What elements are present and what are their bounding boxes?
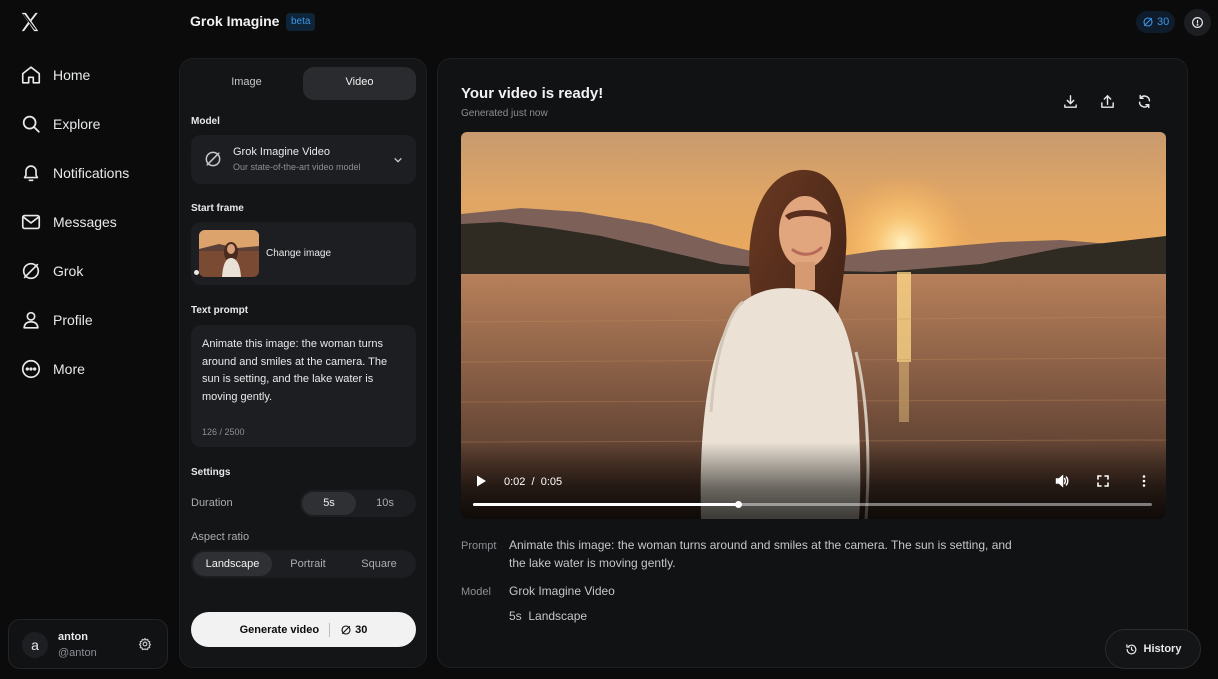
video-time: 0:02 / 0:05: [504, 476, 562, 488]
divider: [329, 622, 331, 637]
result-panel: Your video is ready! Generated just now: [437, 58, 1201, 669]
nav-item-more[interactable]: More: [8, 349, 97, 389]
nav-item-label: Home: [53, 67, 91, 83]
credits-icon: [1143, 17, 1153, 27]
share-button[interactable]: [1096, 90, 1118, 112]
generate-label: Generate video: [239, 623, 320, 636]
person-icon: [23, 311, 39, 329]
nav-item-home[interactable]: Home: [8, 55, 102, 95]
account-name: anton: [58, 631, 88, 643]
download-button[interactable]: [1059, 90, 1081, 112]
nav-item-label: Explore: [53, 116, 101, 132]
video-player[interactable]: 0:02 / 0:05: [461, 132, 1166, 519]
result-title: Your video is ready!: [461, 85, 604, 102]
nav-item-explore[interactable]: Explore: [8, 104, 112, 144]
regenerate-icon: [1138, 94, 1150, 108]
prompt-textarea[interactable]: Animate this image: the woman turns arou…: [191, 325, 416, 447]
credits-badge[interactable]: 30: [1136, 11, 1176, 33]
prompt-meta-value: Animate this image: the woman turns arou…: [509, 538, 1012, 570]
history-icon: [1125, 643, 1136, 654]
gear-icon[interactable]: [138, 637, 152, 651]
nav-item-label: More: [53, 361, 85, 377]
credits-count: 30: [1157, 16, 1170, 28]
account-handle: @anton: [58, 647, 97, 659]
tab-video[interactable]: Video: [303, 67, 416, 100]
start-frame-picker[interactable]: Change image: [191, 222, 416, 285]
account-switcher[interactable]: a anton @anton: [8, 619, 168, 669]
total-duration: 0:05: [540, 476, 563, 488]
info-icon: [1192, 17, 1203, 28]
generate-video-button[interactable]: Generate video 30: [191, 612, 416, 647]
char-counter: 126 / 2500: [202, 427, 245, 437]
prompt-meta-key: Prompt: [461, 540, 497, 552]
model-selector[interactable]: Grok Imagine Video Our state-of-the-art …: [191, 135, 416, 184]
avatar: a: [22, 632, 48, 658]
thumbnail-image: [199, 230, 259, 277]
share-icon: [1100, 94, 1114, 108]
start-frame-thumbnail: [199, 230, 259, 277]
nav-item-label: Messages: [53, 214, 117, 230]
history-button[interactable]: History: [1105, 629, 1201, 669]
settings-panel: Image Video Model Grok Imagine Video Our…: [179, 58, 427, 668]
bell-icon: [23, 165, 39, 182]
more-vertical-icon[interactable]: [1136, 473, 1152, 489]
info-button[interactable]: [1184, 9, 1211, 36]
volume-icon[interactable]: [1054, 473, 1070, 489]
nav-item-grok[interactable]: Grok: [8, 251, 95, 291]
nav-item-notifications[interactable]: Notifications: [8, 153, 141, 193]
chevron-down-icon: [394, 158, 402, 163]
start-frame-label: Start frame: [191, 203, 244, 214]
video-progress-bar[interactable]: [473, 501, 1152, 508]
nav-item-profile[interactable]: Profile: [8, 300, 105, 340]
current-time: 0:02: [504, 476, 526, 488]
beta-badge: beta: [286, 13, 316, 31]
left-nav: Home Explore Notifications Messages Grok…: [0, 0, 176, 679]
grok-icon: [205, 151, 221, 167]
frame-indicator: [194, 270, 199, 275]
video-progress-handle[interactable]: [734, 501, 742, 508]
video-progress-fill: [473, 503, 738, 506]
regenerate-button[interactable]: [1133, 90, 1155, 112]
aspect-ratio-label: Aspect ratio: [191, 531, 250, 543]
result-subtitle: Generated just now: [461, 108, 548, 119]
search-icon: [22, 115, 40, 133]
x-logo-icon[interactable]: [19, 11, 41, 33]
home-icon: [21, 66, 41, 84]
duration-option-10s[interactable]: 10s: [356, 492, 414, 515]
duration-option-5s[interactable]: 5s: [302, 492, 356, 515]
tab-image[interactable]: Image: [190, 67, 303, 100]
aspect-ratio-toggle: Landscape Portrait Square: [191, 550, 416, 578]
mail-icon: [21, 214, 41, 230]
duration-label: Duration: [191, 497, 233, 509]
aspect-option-portrait[interactable]: Portrait: [272, 552, 344, 576]
mode-tabs: Image Video: [190, 67, 416, 100]
prompt-text[interactable]: Animate this image: the woman turns arou…: [202, 336, 407, 406]
history-label: History: [1143, 643, 1182, 655]
model-name: Grok Imagine Video: [233, 146, 331, 158]
nav-item-label: Grok: [53, 263, 84, 279]
model-meta-detail: 5s Landscape: [509, 609, 588, 623]
fullscreen-icon[interactable]: [1095, 473, 1111, 489]
credits-icon: [341, 624, 351, 635]
model-meta-value: Grok Imagine Video: [509, 584, 615, 598]
play-icon[interactable]: [473, 473, 489, 489]
download-icon: [1063, 94, 1077, 108]
aspect-option-square[interactable]: Square: [344, 552, 414, 576]
page-title: Grok Imagine: [190, 13, 280, 29]
model-description: Our state-of-the-art video model: [233, 162, 361, 172]
grok-icon: [22, 262, 40, 280]
nav-item-label: Profile: [53, 312, 93, 328]
change-image-link[interactable]: Change image: [266, 248, 331, 259]
nav-item-messages[interactable]: Messages: [8, 202, 129, 242]
model-meta-key: Model: [461, 586, 491, 598]
more-circle-icon: [21, 359, 41, 379]
text-prompt-label: Text prompt: [191, 305, 249, 316]
generate-cost: 30: [355, 623, 368, 636]
aspect-option-landscape[interactable]: Landscape: [193, 552, 272, 576]
settings-label: Settings: [191, 467, 231, 478]
time-separator: /: [531, 476, 535, 488]
model-section-label: Model: [191, 116, 220, 127]
duration-toggle: 5s 10s: [300, 490, 416, 517]
nav-item-label: Notifications: [53, 165, 130, 181]
